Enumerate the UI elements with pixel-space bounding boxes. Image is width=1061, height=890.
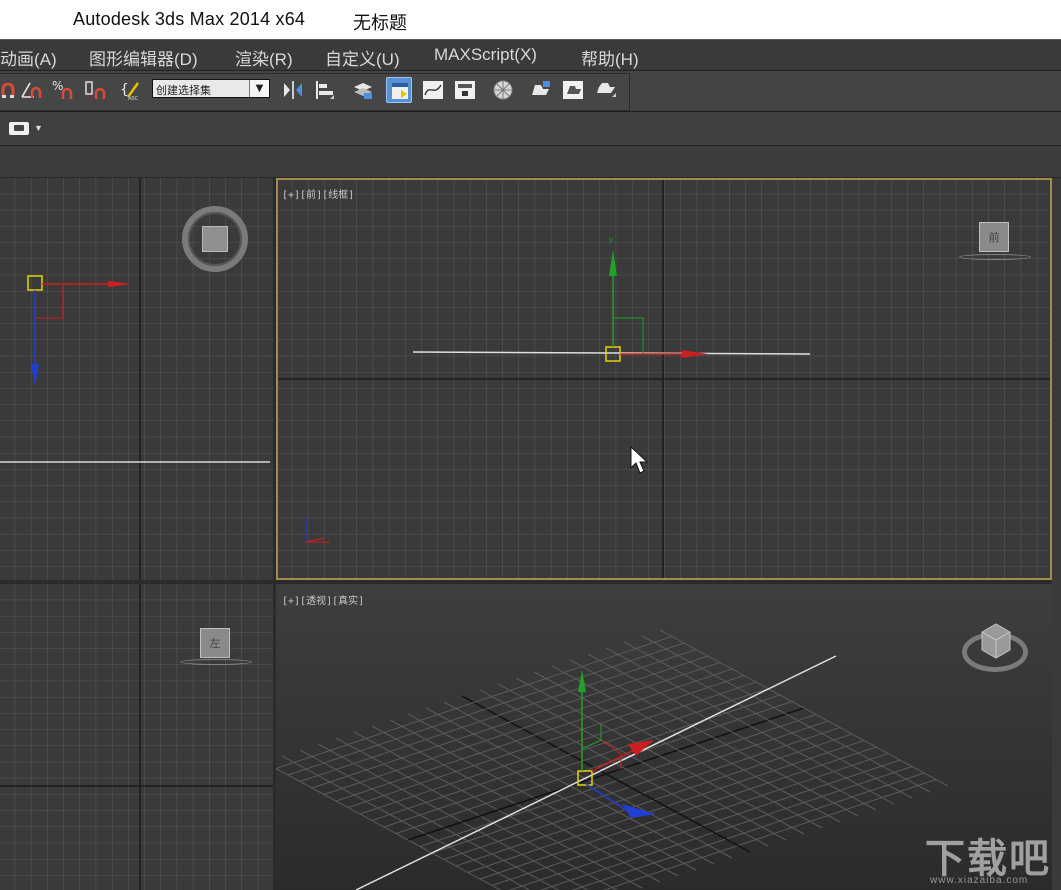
- mouse-cursor-icon: [630, 446, 649, 474]
- viewcube-compass: [959, 254, 1031, 260]
- render-setup-icon[interactable]: [528, 77, 554, 103]
- viewport-bottom-left[interactable]: 左: [0, 584, 273, 890]
- svg-text:%: %: [52, 79, 63, 93]
- chevron-down-icon[interactable]: ▼: [34, 123, 43, 133]
- viewcube-ring[interactable]: [182, 206, 248, 272]
- spinner-snap-icon[interactable]: [83, 77, 109, 103]
- viewcube-left-icon[interactable]: 左: [200, 628, 230, 658]
- viewcube-front-icon[interactable]: 前: [979, 222, 1009, 252]
- edit-named-selection-icon[interactable]: {ABC: [118, 77, 144, 103]
- menu-animation[interactable]: 动画(A): [0, 45, 57, 70]
- percent-snap-icon[interactable]: %: [50, 77, 76, 103]
- viewport-top-left[interactable]: [0, 178, 273, 580]
- schematic-view-icon[interactable]: [452, 77, 478, 103]
- viewport-grid: [0, 584, 273, 890]
- viewport-layout-icon[interactable]: [9, 122, 29, 135]
- svg-text:y: y: [609, 235, 613, 244]
- angle-snap-icon[interactable]: [18, 77, 44, 103]
- rendered-frame-icon[interactable]: [560, 77, 586, 103]
- main-toolbar: % {ABC 创建选择集 ▼: [0, 70, 1061, 112]
- menu-maxscript[interactable]: MAXScript(X): [434, 45, 537, 65]
- document-title: 无标题: [353, 13, 407, 33]
- menu-help[interactable]: 帮助(H): [581, 45, 639, 70]
- named-selection-set-dropdown[interactable]: 创建选择集 ▼: [152, 79, 270, 98]
- app-title: Autodesk 3ds Max 2014 x64: [73, 9, 306, 29]
- material-editor-icon[interactable]: [490, 77, 516, 103]
- viewcube-compass: [180, 659, 252, 665]
- right-panel-edge: [1052, 178, 1061, 890]
- mirror-icon[interactable]: [280, 77, 306, 103]
- render-icon[interactable]: [594, 77, 620, 103]
- viewcube-icon[interactable]: [202, 226, 228, 252]
- transform-gizmo[interactable]: y: [276, 178, 1052, 580]
- axis-tripod-icon: [305, 517, 330, 543]
- viewport-front[interactable]: y [+][前][线框] 前: [276, 178, 1052, 580]
- ribbon-strip: [0, 146, 1061, 178]
- menu-graph-editors[interactable]: 图形编辑器(D): [89, 45, 198, 70]
- menu-bar: 动画(A) 图形编辑器(D) 渲染(R) 自定义(U) MAXScript(X)…: [0, 39, 1061, 70]
- selection-set-text: 创建选择集: [156, 84, 211, 97]
- chevron-down-icon[interactable]: ▼: [249, 80, 269, 97]
- viewport-label-perspective[interactable]: [+][透视][真实]: [282, 592, 364, 607]
- svg-text:ABC: ABC: [128, 96, 139, 102]
- menu-rendering[interactable]: 渲染(R): [235, 45, 293, 70]
- curve-editor-icon[interactable]: [420, 77, 446, 103]
- viewport-label-front[interactable]: [+][前][线框]: [282, 186, 354, 201]
- viewcube-icon[interactable]: [976, 620, 1016, 664]
- layer-manager-icon[interactable]: [350, 77, 376, 103]
- scene-explorer-icon[interactable]: [386, 77, 412, 103]
- menu-customize[interactable]: 自定义(U): [325, 45, 400, 70]
- align-icon[interactable]: [312, 77, 338, 103]
- watermark-url: www.xiazaiba.com: [930, 875, 1029, 886]
- title-bar: Autodesk 3ds Max 2014 x64 无标题: [0, 0, 1061, 39]
- secondary-toolbar: ▼: [0, 112, 1061, 146]
